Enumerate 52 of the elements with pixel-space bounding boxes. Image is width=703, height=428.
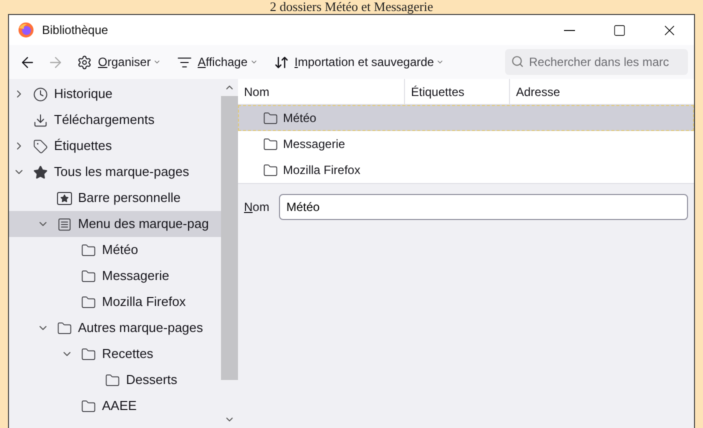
column-header[interactable]: Étiquettes [405,79,510,104]
folder-icon [57,320,72,336]
list-icon [57,216,72,232]
name-field[interactable]: Météo [279,194,688,220]
tree-item[interactable]: Messagerie [9,263,221,289]
folder-icon [81,268,96,284]
clock-icon [33,86,48,102]
table-row[interactable]: Messagerie [238,131,694,157]
settings-icon [77,54,92,70]
toolbar-menu-button[interactable]: Affichage [170,49,264,75]
tree-item[interactable]: Tous les marque-pages [9,159,221,185]
folder-icon [81,398,96,414]
caret-icon [152,58,161,66]
tree-item[interactable]: Desserts [9,367,221,393]
tree-item[interactable]: Historique [9,81,221,107]
tree-item[interactable]: Barre personnelle [9,185,221,211]
search-icon [511,55,524,68]
tree-item[interactable]: Mozilla Firefox [9,289,221,315]
table-row[interactable]: Mozilla Firefox [238,157,694,183]
caret-icon [250,58,258,66]
folder-icon [81,346,96,362]
scrollbar-thumb[interactable] [221,96,238,380]
tree-item[interactable]: Téléchargements [9,107,221,133]
download-icon [33,112,48,128]
tree-item[interactable]: Menu des marque-pag [9,211,221,237]
tree-item[interactable]: AAEE [9,393,221,419]
star-icon [33,164,48,180]
search-field[interactable]: Rechercher dans les marc [505,49,688,75]
folder-icon [263,136,278,152]
toolbar-menu-button[interactable]: Importation et sauvegarde [268,49,450,75]
caret-icon [436,58,444,66]
folder-icon [263,162,278,178]
browser-logo-icon [18,22,34,38]
table-row[interactable]: Météo [238,105,694,131]
folder-icon [81,294,96,310]
sort-icon [274,54,289,70]
folder-icon [105,372,120,388]
maximize-icon [612,24,626,36]
toolbar-menu-button[interactable]: Organiser [71,49,167,75]
column-header[interactable]: Adresse [510,79,694,104]
tree-item[interactable]: Autres marque-pages [9,315,221,341]
folder-icon [81,242,96,258]
folder-icon [263,110,278,126]
column-header[interactable]: Nom [238,79,405,104]
tree-item[interactable]: Météo [9,237,221,263]
tree-item[interactable]: Recettes [9,341,221,367]
window-title: Bibliothèque [42,22,108,39]
field-label: Nom [244,199,270,216]
tag-icon [33,138,48,154]
caption: 2 dossiers Météo et Messagerie [268,0,434,14]
list-icon [176,54,192,70]
tree-item[interactable]: Étiquettes [9,133,221,159]
